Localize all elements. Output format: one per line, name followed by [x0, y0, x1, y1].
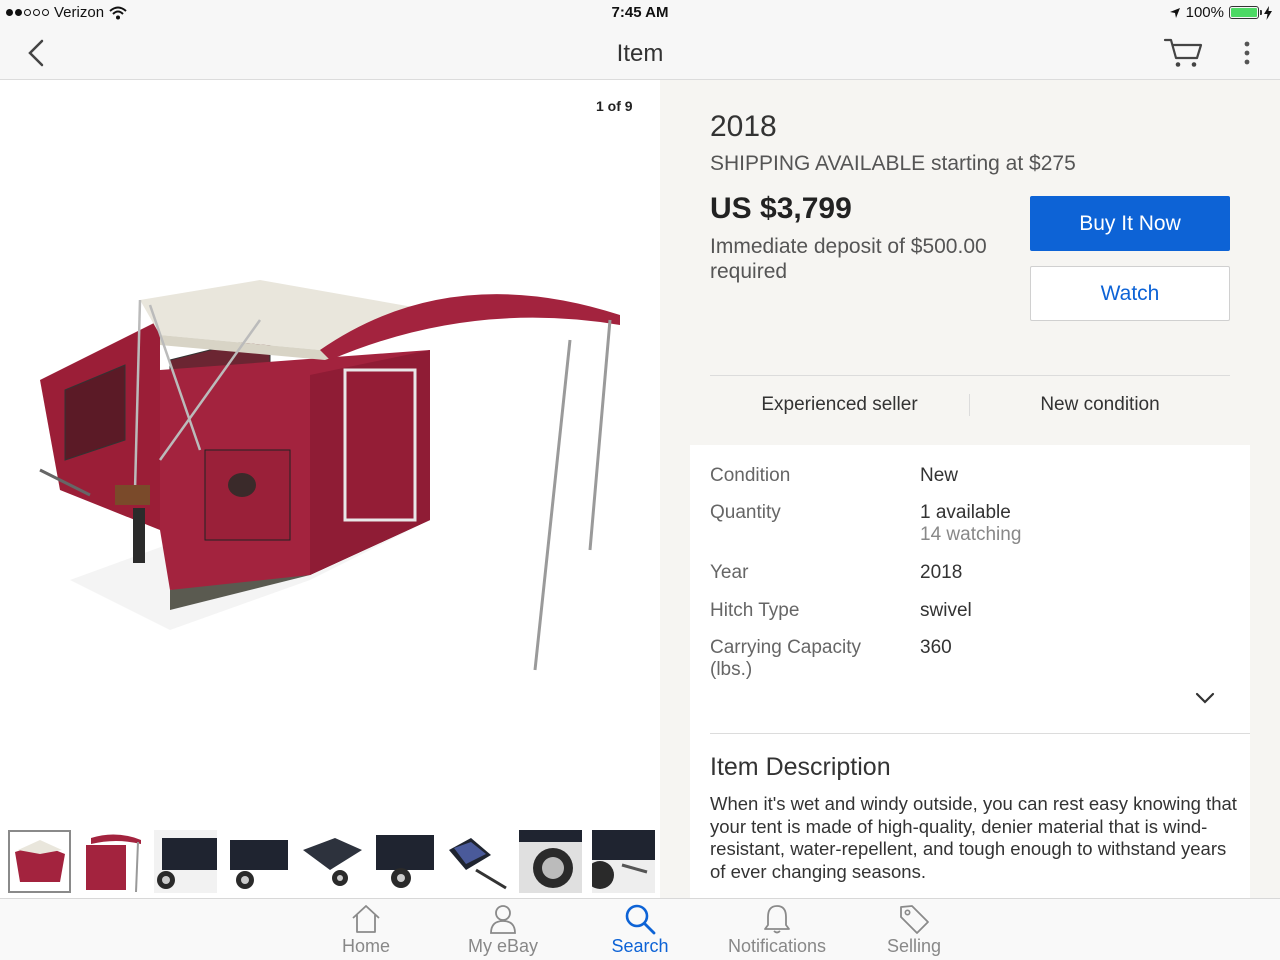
experienced-seller-badge: Experienced seller	[710, 394, 970, 416]
image-gallery[interactable]: 1 of 9	[0, 80, 660, 898]
status-time: 7:45 AM	[611, 4, 669, 21]
status-right: 100%	[1169, 4, 1272, 21]
thumbnail-5[interactable]	[300, 830, 363, 893]
page-title: Item	[616, 40, 664, 67]
seller-highlights: Experienced seller New condition	[710, 394, 1230, 416]
spec-value: 2018	[920, 562, 963, 583]
tab-selling[interactable]: Selling	[854, 899, 974, 960]
item-specifics-card: Condition New Quantity 1 available 14 wa…	[690, 445, 1250, 898]
thumbnail-8[interactable]	[519, 830, 582, 893]
thumbnail-4[interactable]	[227, 830, 290, 893]
location-arrow-icon	[1169, 7, 1180, 18]
person-icon	[490, 905, 516, 934]
more-options-icon[interactable]	[1236, 38, 1258, 68]
tab-label: My eBay	[467, 936, 539, 956]
tab-label: Search	[611, 936, 669, 956]
chevron-down-icon[interactable]	[1192, 685, 1218, 711]
tab-label: Selling	[886, 936, 942, 956]
spec-label: Condition	[710, 465, 791, 486]
status-bar: Verizon 7:45 AM 100%	[0, 0, 1280, 26]
cart-icon[interactable]	[1163, 36, 1203, 70]
tab-label: Home	[341, 936, 390, 956]
item-title: 2018	[710, 110, 777, 143]
bell-icon	[764, 905, 790, 934]
divider	[710, 375, 1230, 376]
spec-label: Hitch Type	[710, 600, 800, 621]
divider	[710, 733, 1250, 734]
tab-search[interactable]: Search	[580, 899, 700, 960]
buy-it-now-button[interactable]: Buy It Now	[1030, 196, 1230, 251]
tag-icon	[900, 905, 929, 934]
item-description-text: When it's wet and windy outside, you can…	[710, 793, 1237, 882]
spec-value: 1 available 14 watching	[920, 502, 1240, 546]
tent-trailer-image[interactable]	[30, 280, 630, 700]
new-condition-badge: New condition	[1040, 394, 1160, 415]
thumbnail-9[interactable]	[592, 830, 655, 893]
search-icon	[625, 904, 656, 935]
thumbnail-3[interactable]	[154, 830, 217, 893]
thumbnail-1[interactable]	[8, 830, 71, 893]
battery-icon	[1229, 6, 1262, 19]
item-price: US $3,799	[710, 192, 852, 225]
spec-label: Carrying Capacity (lbs.)	[710, 637, 861, 680]
battery-percent: 100%	[1185, 4, 1224, 21]
spec-value: swivel	[920, 600, 972, 621]
charging-bolt-icon	[1264, 5, 1272, 20]
image-counter: 1 of 9	[596, 98, 633, 114]
spec-value: New	[920, 465, 959, 486]
thumbnail-strip[interactable]	[8, 830, 655, 893]
thumbnail-6[interactable]	[373, 830, 436, 893]
bottom-tab-bar: Home My eBay Search Notifications Sellin…	[0, 898, 1280, 960]
thumbnail-2[interactable]	[81, 830, 144, 893]
deposit-info: Immediate deposit of $500.00 required	[710, 235, 987, 283]
item-details-panel: 2018 SHIPPING AVAILABLE starting at $275…	[660, 80, 1280, 898]
tab-notifications[interactable]: Notifications	[717, 899, 837, 960]
spec-value: 360	[920, 637, 952, 658]
tab-my-ebay[interactable]: My eBay	[443, 899, 563, 960]
watching-count: 14 watching	[920, 524, 1022, 545]
tab-home[interactable]: Home	[306, 899, 426, 960]
item-description-heading: Item Description	[710, 753, 891, 781]
spec-label: Quantity	[710, 502, 781, 523]
tab-label: Notifications	[727, 936, 827, 956]
navigation-bar: Item	[0, 26, 1280, 80]
home-icon	[352, 905, 380, 933]
shipping-info: SHIPPING AVAILABLE starting at $275	[710, 152, 1076, 175]
thumbnail-7[interactable]	[446, 830, 509, 893]
quantity-available: 1 available	[920, 502, 1011, 523]
spec-label: Year	[710, 562, 749, 583]
watch-button[interactable]: Watch	[1030, 266, 1230, 321]
